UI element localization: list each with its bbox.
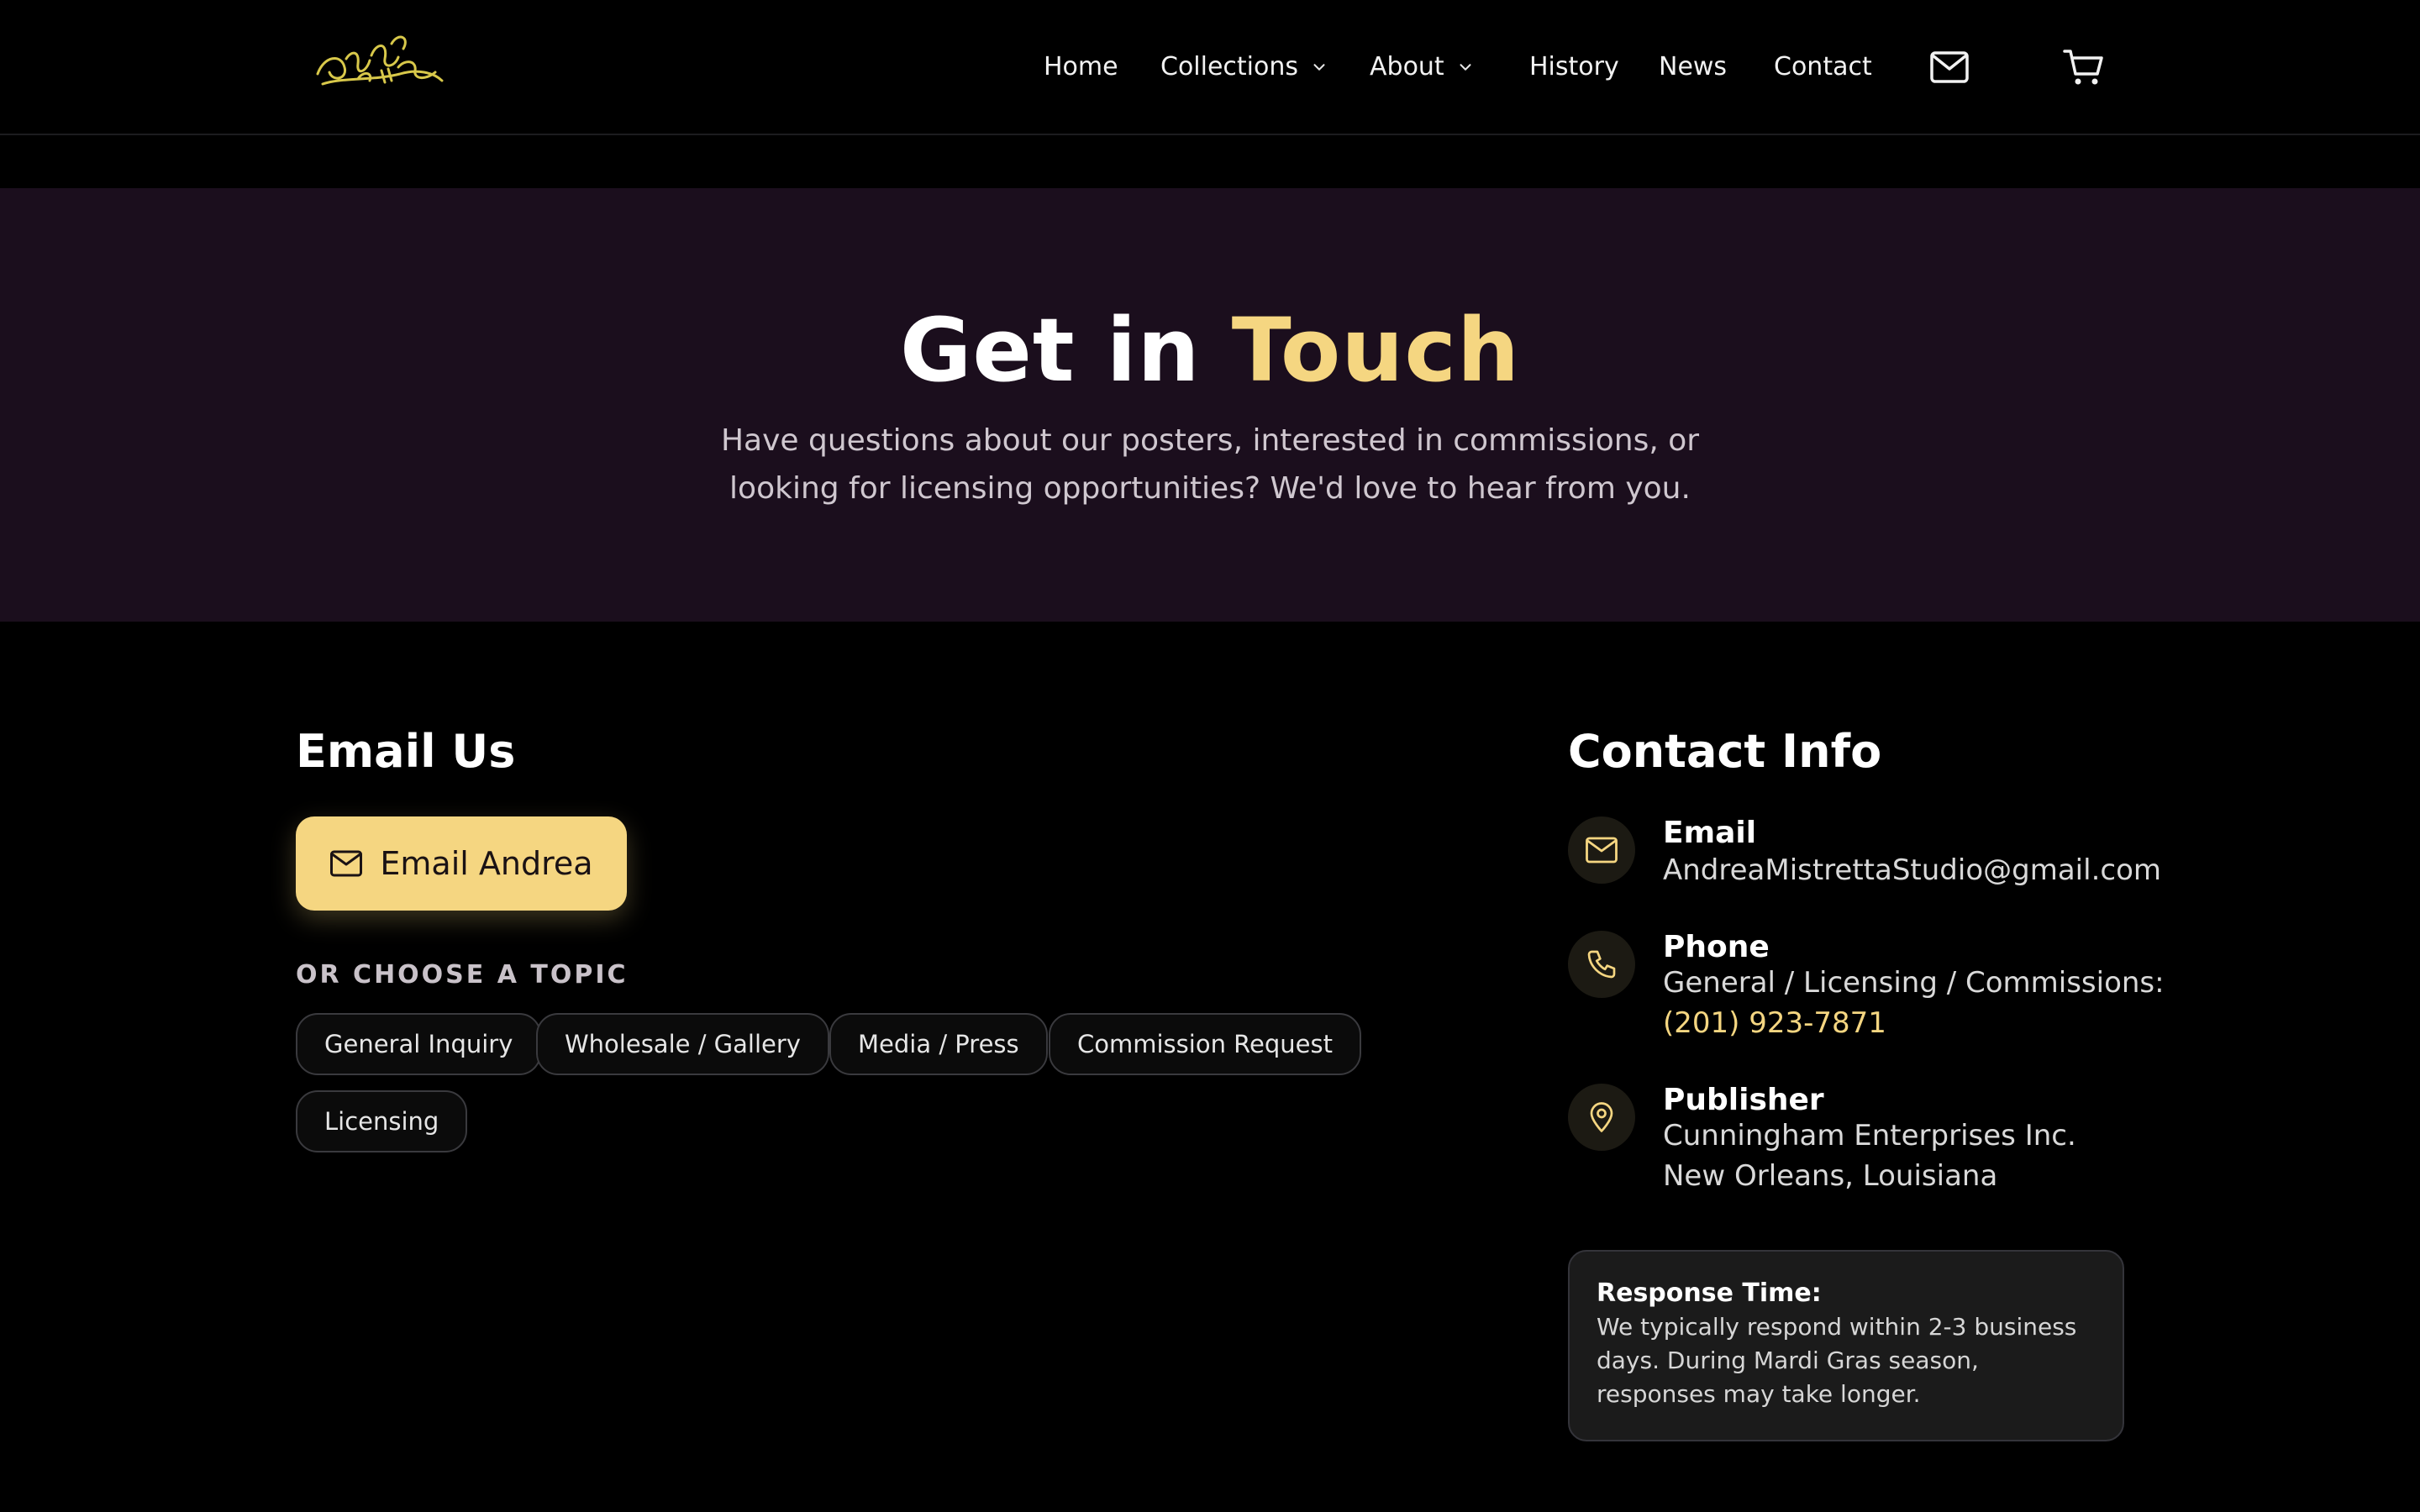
topic-media-press[interactable]: Media / Press bbox=[829, 1013, 1048, 1075]
mail-icon[interactable] bbox=[1929, 49, 1970, 89]
nav-home[interactable]: Home bbox=[1044, 49, 1118, 86]
info-phone-line1: General / Licensing / Commissions: bbox=[1663, 966, 2165, 1000]
nav-history-label: History bbox=[1529, 52, 1619, 81]
chevron-down-icon bbox=[1313, 64, 1325, 71]
email-andrea-button[interactable]: Email Andrea bbox=[296, 816, 627, 911]
chevron-down-icon bbox=[1460, 64, 1471, 71]
info-publisher-line1: Cunningham Enterprises Inc. bbox=[1663, 1119, 2076, 1152]
page-title-main: Get in bbox=[899, 299, 1232, 402]
nav-collections[interactable]: Collections bbox=[1160, 49, 1328, 86]
mail-icon bbox=[330, 850, 363, 877]
info-publisher-icon-wrap bbox=[1568, 1084, 1635, 1151]
response-time-text: We typically respond within 2-3 business… bbox=[1597, 1313, 2077, 1408]
topic-licensing[interactable]: Licensing bbox=[296, 1090, 468, 1152]
topic-label: OR CHOOSE A TOPIC bbox=[296, 960, 629, 990]
response-time-title: Response Time: bbox=[1597, 1278, 1822, 1308]
contact-info-heading: Contact Info bbox=[1568, 725, 1882, 778]
info-phone-title: Phone bbox=[1663, 930, 1770, 964]
info-phone-icon-wrap bbox=[1568, 931, 1635, 998]
main-nav: Home Collections About History News Cont… bbox=[0, 0, 2420, 135]
response-time-box: Response Time: We typically respond with… bbox=[1568, 1250, 2124, 1441]
nav-news-label: News bbox=[1659, 52, 1728, 81]
nav-about[interactable]: About bbox=[1370, 49, 1475, 86]
phone-icon bbox=[1587, 950, 1616, 979]
page-title-accent: Touch bbox=[1231, 299, 1521, 402]
topic-general-inquiry[interactable]: General Inquiry bbox=[296, 1013, 542, 1075]
hero-section: Get in Touch Have questions about our po… bbox=[0, 188, 2420, 622]
info-email-icon-wrap bbox=[1568, 816, 1635, 884]
mail-icon bbox=[1586, 837, 1618, 864]
info-phone-number[interactable]: (201) 923-7871 bbox=[1663, 1003, 1886, 1043]
nav-home-label: Home bbox=[1044, 52, 1118, 81]
site-header: Home Collections About History News Cont… bbox=[0, 0, 2420, 135]
email-us-heading: Email Us bbox=[296, 725, 516, 778]
cart-icon[interactable] bbox=[2062, 47, 2104, 91]
page-title: Get in Touch bbox=[0, 296, 2420, 405]
hero-subtitle: Have questions about our posters, intere… bbox=[720, 423, 1700, 506]
nav-history[interactable]: History bbox=[1529, 49, 1619, 86]
nav-contact-label: Contact bbox=[1774, 52, 1872, 81]
info-publisher-title: Publisher bbox=[1663, 1083, 1824, 1117]
info-email-value[interactable]: AndreaMistrettaStudio@gmail.com bbox=[1663, 850, 2161, 890]
nav-collections-label: Collections bbox=[1160, 52, 1299, 81]
info-publisher-line2: New Orleans, Louisiana bbox=[1663, 1159, 1998, 1193]
nav-contact[interactable]: Contact bbox=[1774, 49, 1872, 86]
info-email-title: Email bbox=[1663, 816, 1757, 850]
nav-news[interactable]: News bbox=[1659, 49, 1727, 86]
email-andrea-label: Email Andrea bbox=[380, 845, 593, 882]
topic-commission-request[interactable]: Commission Request bbox=[1049, 1013, 1361, 1075]
nav-about-label: About bbox=[1370, 52, 1444, 81]
topic-wholesale-gallery[interactable]: Wholesale / Gallery bbox=[536, 1013, 829, 1075]
map-pin-icon bbox=[1590, 1102, 1613, 1132]
